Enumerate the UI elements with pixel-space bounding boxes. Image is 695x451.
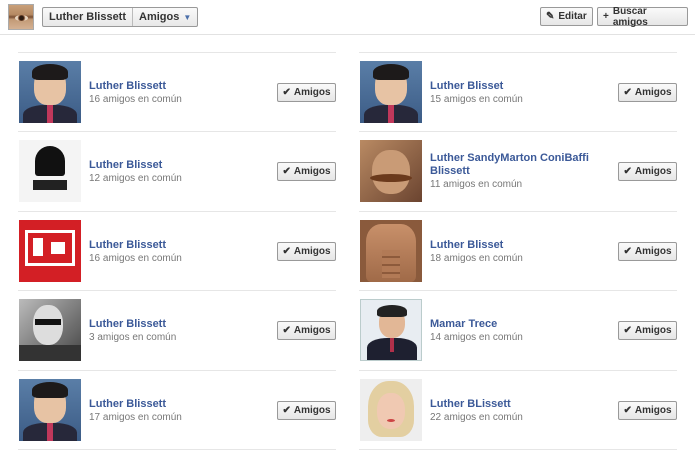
top-bar: Luther Blissett Amigos ▼ ✎ Editar + Busc… — [0, 0, 695, 35]
checkmark-icon: ✔ — [623, 166, 632, 177]
friend-avatar[interactable] — [19, 61, 81, 123]
friends-button-label: Amigos — [634, 87, 672, 98]
mutual-friends[interactable]: 22 amigos en común — [430, 412, 523, 423]
friends-button-label: Amigos — [634, 405, 672, 416]
friend-row: Luther Blissett 16 amigos en común ✔ Amig… — [18, 52, 336, 132]
friend-row: Luther BLissett 22 amigos en común ✔ Amig… — [359, 370, 677, 450]
friends-button[interactable]: ✔ Amigos — [618, 321, 677, 340]
friend-avatar[interactable] — [360, 220, 422, 282]
friends-button-label: Amigos — [293, 246, 331, 257]
chevron-down-icon: ▼ — [183, 12, 192, 22]
friend-avatar[interactable] — [360, 140, 422, 202]
checkmark-icon: ✔ — [282, 405, 291, 416]
friend-name[interactable]: Luther Blisset — [89, 159, 239, 172]
mutual-friends[interactable]: 16 amigos en común — [89, 253, 182, 264]
friend-row: Mamar Trece 14 amigos en común ✔ Amigos — [359, 290, 677, 370]
friend-avatar[interactable] — [360, 61, 422, 123]
friends-button[interactable]: ✔ Amigos — [277, 401, 336, 420]
friend-row: Luther Blissett 16 amigos en común ✔ Amig… — [18, 211, 336, 291]
eye-image — [15, 15, 28, 21]
friend-name[interactable]: Luther Blisset — [430, 239, 580, 252]
friend-row: Luther SandyMarton ConiBaffi Blissett 11… — [359, 131, 677, 211]
friend-name[interactable]: Luther Blissett — [89, 239, 239, 252]
checkmark-icon: ✔ — [282, 87, 291, 98]
friend-name[interactable]: Mamar Trece — [430, 318, 580, 331]
checkmark-icon: ✔ — [282, 246, 291, 257]
edit-button[interactable]: ✎ Editar — [540, 7, 593, 26]
find-friends-button[interactable]: + Buscar amigos — [597, 5, 688, 28]
checkmark-icon: ✔ — [282, 325, 291, 336]
friends-button-label: Amigos — [634, 166, 672, 177]
friend-avatar[interactable] — [19, 140, 81, 202]
friend-row: Luther Blisset 18 amigos en común ✔ Amigo… — [359, 211, 677, 291]
profile-avatar[interactable] — [8, 4, 34, 30]
friend-name[interactable]: Luther Blissett — [89, 80, 239, 93]
checkmark-icon: ✔ — [623, 325, 632, 336]
friends-button[interactable]: ✔ Amigos — [277, 242, 336, 261]
friend-name[interactable]: Luther Blisset — [430, 80, 580, 93]
friends-button-label: Amigos — [293, 87, 331, 98]
checkmark-icon: ✔ — [282, 166, 291, 177]
pencil-icon: ✎ — [546, 11, 555, 22]
row-divider — [18, 449, 336, 450]
breadcrumb-section-label: Amigos — [139, 11, 180, 23]
friends-button[interactable]: ✔ Amigos — [277, 162, 336, 181]
friend-name[interactable]: Luther SandyMarton ConiBaffi Blissett — [430, 152, 605, 178]
friend-avatar[interactable] — [360, 379, 422, 441]
friends-button-label: Amigos — [634, 325, 672, 336]
friend-name[interactable]: Luther Blissett — [89, 398, 239, 411]
friends-button-label: Amigos — [293, 325, 331, 336]
row-divider — [359, 449, 677, 450]
friends-button[interactable]: ✔ Amigos — [618, 401, 677, 420]
friend-avatar[interactable] — [360, 299, 422, 361]
friend-name[interactable]: Luther Blissett — [89, 318, 239, 331]
friend-avatar[interactable] — [19, 220, 81, 282]
breadcrumb: Luther Blissett Amigos ▼ — [42, 7, 199, 27]
friends-button[interactable]: ✔ Amigos — [618, 242, 677, 261]
breadcrumb-section-dropdown[interactable]: Amigos ▼ — [132, 8, 197, 26]
friends-button[interactable]: ✔ Amigos — [618, 162, 677, 181]
friend-row: Luther Blisset 15 amigos en común ✔ Amigo… — [359, 52, 677, 132]
find-friends-label: Buscar amigos — [612, 5, 648, 28]
mutual-friends[interactable]: 12 amigos en común — [89, 173, 182, 184]
friends-button[interactable]: ✔ Amigos — [277, 83, 336, 102]
checkmark-icon: ✔ — [623, 246, 632, 257]
friend-avatar[interactable] — [19, 379, 81, 441]
mutual-friends[interactable]: 3 amigos en común — [89, 332, 176, 343]
mutual-friends[interactable]: 15 amigos en común — [430, 94, 523, 105]
mutual-friends[interactable]: 17 amigos en común — [89, 412, 182, 423]
friend-row: Luther Blissett 3 amigos en común ✔ Amigo… — [18, 290, 336, 370]
edit-button-label: Editar — [558, 11, 587, 22]
plus-icon: + — [603, 11, 609, 22]
friends-button-label: Amigos — [293, 405, 331, 416]
friends-button-label: Amigos — [634, 246, 672, 257]
breadcrumb-profile-name[interactable]: Luther Blissett — [43, 8, 132, 26]
mutual-friends[interactable]: 18 amigos en común — [430, 253, 523, 264]
friend-name[interactable]: Luther BLissett — [430, 398, 580, 411]
checkmark-icon: ✔ — [623, 405, 632, 416]
mutual-friends[interactable]: 14 amigos en común — [430, 332, 523, 343]
friends-button-label: Amigos — [293, 166, 331, 177]
friends-button[interactable]: ✔ Amigos — [277, 321, 336, 340]
mutual-friends[interactable]: 11 amigos en común — [430, 179, 522, 190]
friend-row: Luther Blissett 17 amigos en común ✔ Amig… — [18, 370, 336, 450]
friend-avatar[interactable] — [19, 299, 81, 361]
mutual-friends[interactable]: 16 amigos en común — [89, 94, 182, 105]
friends-button[interactable]: ✔ Amigos — [618, 83, 677, 102]
friend-row: Luther Blisset 12 amigos en común ✔ Amigo… — [18, 131, 336, 211]
checkmark-icon: ✔ — [623, 87, 632, 98]
